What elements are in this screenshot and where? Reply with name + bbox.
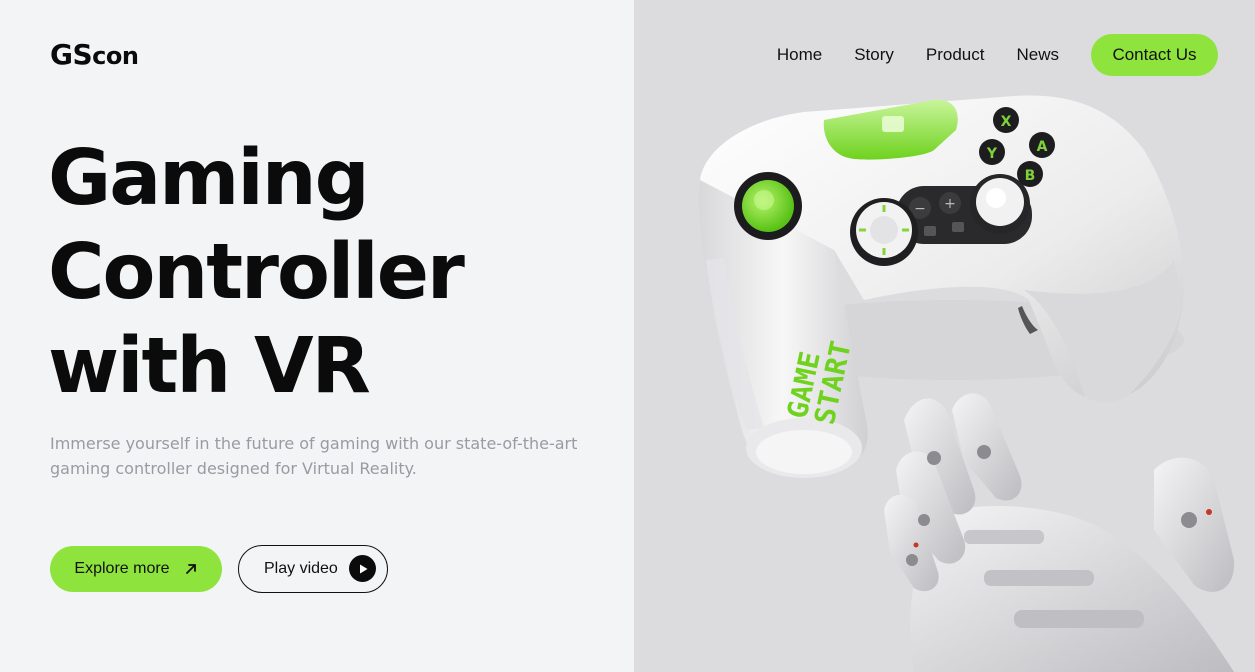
explore-more-label: Explore more	[74, 560, 170, 577]
hero-description: Immerse yourself in the future of gaming…	[50, 434, 578, 478]
nav-story[interactable]: Story	[854, 45, 894, 65]
nav-home[interactable]: Home	[777, 45, 822, 65]
nav-product[interactable]: Product	[926, 45, 985, 65]
svg-text:B: B	[1025, 168, 1036, 184]
svg-text:−: −	[914, 201, 926, 217]
hero-image: GAME START − + X A Y B	[634, 0, 1255, 672]
play-video-label: Play video	[264, 560, 338, 577]
svg-text:A: A	[1037, 139, 1048, 155]
play-video-button[interactable]: Play video	[238, 545, 388, 593]
main-nav: Home Story Product News Contact Us	[777, 34, 1218, 76]
arrow-up-right-icon	[184, 562, 198, 576]
hero-title-line-2: Controller	[48, 228, 465, 317]
contact-us-button[interactable]: Contact Us	[1091, 34, 1218, 76]
hero-title: Gaming Controller with VR	[48, 132, 465, 414]
play-icon	[349, 555, 376, 582]
hero-title-line-1: Gaming	[48, 134, 370, 223]
explore-more-button[interactable]: Explore more	[50, 546, 222, 592]
logo-con: con	[92, 42, 139, 70]
nav-news[interactable]: News	[1016, 45, 1059, 65]
svg-text:Y: Y	[986, 146, 998, 162]
svg-text:+: +	[944, 196, 956, 212]
logo[interactable]: GS con	[50, 38, 139, 71]
robot-hand	[884, 393, 1235, 672]
svg-text:X: X	[1001, 114, 1012, 130]
logo-gs: GS	[50, 38, 93, 71]
hero-title-line-3: with VR	[48, 322, 371, 411]
controller-and-robot-hand-illustration: GAME START − + X A Y B	[698, 95, 1235, 672]
